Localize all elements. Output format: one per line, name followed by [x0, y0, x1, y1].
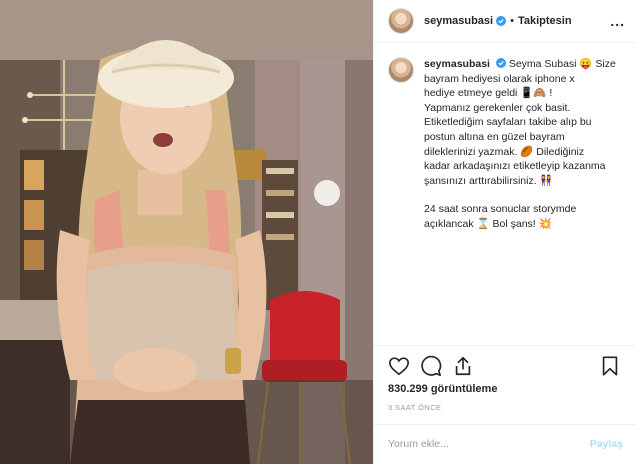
post-comment-button[interactable]: Paylaş [590, 438, 623, 450]
separator-dot: • [510, 15, 514, 27]
heart-icon[interactable] [388, 355, 410, 377]
caption-line: kadar arkadaşınızı etiketleyip kazanma [424, 160, 606, 173]
caption-avatar[interactable] [388, 57, 414, 83]
caption-line: şansınızı arttırabilirsiniz. 👭 [424, 174, 553, 187]
following-button[interactable]: Takiptesin [518, 15, 572, 27]
caption-line: Yapmanız gerekenler çok basit. [424, 101, 571, 114]
caption-line: bayram hediyesi olarak iphone x [424, 72, 575, 85]
caption-username[interactable]: seymasubasi [424, 58, 490, 70]
post-timestamp[interactable]: 3 SAAT ÖNCE [388, 403, 441, 412]
username-link[interactable]: seymasubasi [424, 15, 493, 27]
caption-line: Seyma Subasi 😛 Size [508, 58, 616, 70]
caption-block: seymasubasi Seyma Subasi 😛 Size bayram h… [374, 43, 635, 232]
view-count[interactable]: 830.299 görüntüleme [388, 383, 497, 395]
caption-line: hediye etmeye geldi 📱🙈 ! [424, 87, 553, 100]
post-video[interactable] [0, 0, 373, 464]
share-icon[interactable] [452, 355, 474, 377]
caption-line: 24 saat sonra sonuclar storymde [424, 203, 577, 216]
video-frame-illustration [0, 0, 373, 464]
verified-badge-icon [495, 58, 506, 68]
caption-line: dileklerinizi yazmak. 🏉 Dilediğiniz [424, 145, 585, 158]
ellipsis-icon[interactable]: ... [610, 13, 625, 29]
post-header: seymasubasi • Takiptesin ... [374, 0, 635, 43]
bookmark-icon[interactable] [599, 355, 621, 377]
divider [374, 345, 635, 346]
comment-bubble-icon[interactable] [420, 355, 442, 377]
caption-line-0: seymasubasi Seyma Subasi 😛 Size [424, 57, 621, 72]
caption-line: postun altına en güzel bayram [424, 130, 565, 143]
avatar[interactable] [388, 8, 414, 34]
verified-badge-icon [496, 16, 507, 26]
comment-form: Yorum ekle... Paylaş [374, 424, 635, 464]
post-sidebar: seymasubasi • Takiptesin ... seymasubasi… [373, 0, 635, 464]
comment-input[interactable]: Yorum ekle... [388, 438, 449, 450]
caption-text: seymasubasi Seyma Subasi 😛 Size bayram h… [424, 57, 621, 232]
caption-gap [424, 188, 621, 202]
caption-line: açıklancak ⌛ Bol şans! 💥 [424, 217, 552, 230]
action-bar [388, 354, 621, 378]
caption-line: Etiketlediğim sayfaları takibe alıp bu [424, 116, 592, 129]
